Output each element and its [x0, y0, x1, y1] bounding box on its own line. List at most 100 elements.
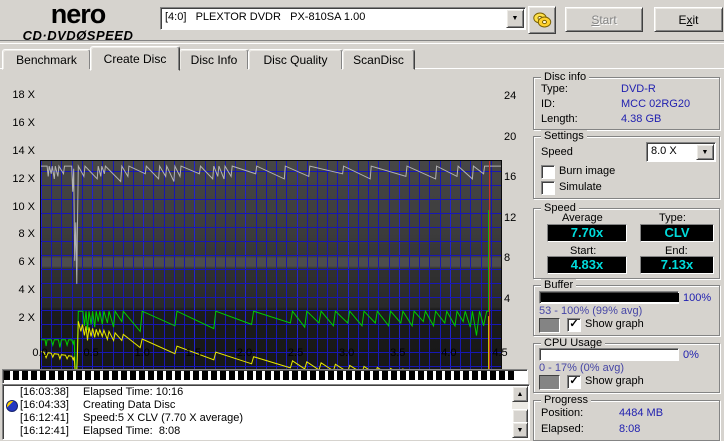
cpu-usage-bar [539, 348, 679, 361]
progress-segment [274, 371, 280, 380]
progress-segment [418, 371, 424, 380]
left-axis-tick: 6 X [1, 256, 35, 268]
progress-segment [499, 371, 505, 380]
position-value: 4484 MB [619, 407, 663, 419]
position-label: Position: [541, 407, 583, 419]
progress-segment [94, 371, 100, 380]
scroll-down-button[interactable]: ▼ [512, 422, 528, 438]
nero-logo-text: nero [2, 1, 154, 28]
progress-segment [175, 371, 181, 380]
progress-segment [4, 371, 10, 380]
progress-segment [130, 371, 136, 380]
header-divider [0, 40, 724, 44]
progress-segment [445, 371, 451, 380]
tab-benchmark[interactable]: Benchmark [2, 49, 91, 70]
right-axis-tick: 8 [504, 252, 524, 264]
log-entry-message: Speed:5 X CLV (7.70 X average) [83, 412, 243, 425]
progress-segment [76, 371, 82, 380]
progress-segment [409, 371, 415, 380]
event-log[interactable]: [16:03:38]Elapsed Time: 10:16[16:04:33] C… [2, 384, 530, 440]
log-entry: [16:04:33] Creating Data Disc [4, 399, 511, 412]
right-axis-tick: 20 [504, 131, 524, 143]
buffer-graph-color-swatch [539, 318, 560, 333]
progress-segment [427, 371, 433, 380]
drive-select-dropdown-arrow-icon[interactable]: ▼ [506, 9, 524, 28]
buffer-percent: 100% [683, 292, 711, 304]
progress-segment [139, 371, 145, 380]
progress-segment [508, 371, 514, 380]
tab-create-disc[interactable]: Create Disc [90, 46, 180, 71]
disc-info-title: Disc info [541, 71, 589, 83]
speed-setting-label: Speed [541, 146, 573, 158]
burning-status-icon [6, 400, 18, 412]
log-entry-time: [16:12:41] [20, 425, 69, 438]
speed-select-value: 8.0 X [651, 144, 677, 159]
disc-type-label: Type: [541, 83, 568, 95]
buffer-title: Buffer [541, 279, 576, 291]
log-entry-time: [16:03:38] [20, 386, 69, 399]
cpu-show-graph-checkbox[interactable]: ✓ [567, 375, 581, 389]
discs-icon [532, 11, 552, 29]
left-axis-tick: 16 X [1, 117, 35, 129]
log-entry-message: Creating Data Disc [83, 399, 175, 412]
buffer-show-graph-checkbox[interactable]: ✓ [567, 318, 581, 332]
start-button[interactable]: Start [565, 7, 643, 32]
cpu-range: 0 - 17% (0% avg) [539, 362, 624, 374]
exit-button[interactable]: Exit [654, 7, 723, 32]
speed-select-combobox[interactable]: 8.0 X ▼ [646, 142, 716, 162]
progress-segment [40, 371, 46, 380]
progress-segment [319, 371, 325, 380]
event-log-rows: [16:03:38]Elapsed Time: 10:16[16:04:33] C… [4, 386, 511, 438]
progress-segment [436, 371, 442, 380]
average-speed-display: 7.70x [547, 224, 627, 242]
x-axis-tick: 4.5 [487, 347, 513, 359]
start-speed-display: 4.83x [547, 256, 627, 274]
x-axis-tick: 3.5 [385, 347, 411, 359]
progress-segment [112, 371, 118, 380]
elapsed-label: Elapsed: [541, 423, 584, 435]
progress-title: Progress [541, 394, 591, 406]
x-axis-tick: 2.0 [231, 347, 257, 359]
event-log-scrollbar[interactable]: ▲ ▼ [512, 386, 528, 438]
log-entry: [16:03:38]Elapsed Time: 10:16 [4, 386, 511, 399]
x-axis-tick: 1.0 [129, 347, 155, 359]
end-speed-display: 7.13x [640, 256, 714, 274]
tab-disc-quality[interactable]: Disc Quality [248, 49, 343, 70]
activity-progress-segments [4, 371, 514, 380]
activity-progress-bar [2, 369, 528, 384]
simulate-label: Simulate [559, 181, 602, 193]
tab-scandisc[interactable]: ScanDisc [342, 49, 415, 70]
progress-panel: Progress Position: 4484 MB Elapsed: 8:08 [533, 400, 720, 441]
progress-segment [283, 371, 289, 380]
log-entry: [16:12:41]Elapsed Time: 8:08 [4, 425, 511, 438]
progress-segment [247, 371, 253, 380]
log-entry-time: [16:04:33] [20, 399, 69, 412]
progress-segment [382, 371, 388, 380]
disc-options-button[interactable] [528, 6, 556, 34]
elapsed-value: 8:08 [619, 423, 640, 435]
progress-segment [193, 371, 199, 380]
progress-segment [31, 371, 37, 380]
progress-segment [148, 371, 154, 380]
progress-segment [400, 371, 406, 380]
cpu-usage-panel: CPU Usage 0% 0 - 17% (0% avg) ✓ Show gra… [533, 343, 720, 393]
progress-segment [238, 371, 244, 380]
progress-segment [373, 371, 379, 380]
tab-disc-info[interactable]: Disc Info [179, 49, 249, 70]
scroll-up-button[interactable]: ▲ [512, 386, 528, 402]
progress-segment [220, 371, 226, 380]
buffer-level-bar [539, 291, 679, 304]
burn-image-checkbox[interactable] [541, 165, 555, 179]
drive-select-combobox[interactable]: [4:0] PLEXTOR DVDR PX-810SA 1.00 ▼ [160, 7, 526, 30]
progress-segment [211, 371, 217, 380]
right-axis-tick: 16 [504, 171, 524, 183]
progress-segment [157, 371, 163, 380]
left-axis-tick: 12 X [1, 173, 35, 185]
progress-segment [67, 371, 73, 380]
settings-title: Settings [541, 130, 587, 142]
speed-select-dropdown-arrow-icon[interactable]: ▼ [696, 144, 714, 160]
simulate-checkbox[interactable] [541, 181, 555, 195]
progress-segment [472, 371, 478, 380]
progress-segment [49, 371, 55, 380]
progress-segment [490, 371, 496, 380]
